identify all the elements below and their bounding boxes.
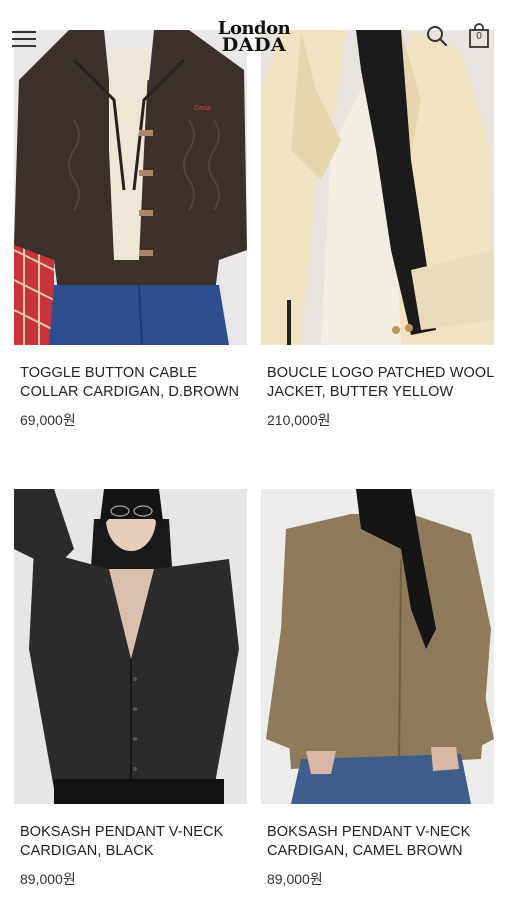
product-card[interactable]: BOUCLE LOGO PATCHED WOOL JACKET, BUTTER …	[261, 30, 494, 430]
product-name[interactable]: BOUCLE LOGO PATCHED WOOL JACKET, BUTTER …	[261, 364, 494, 402]
logo-line-2: DADA	[221, 34, 287, 56]
product-name[interactable]: BOKSASH PENDANT V-NECK CARDIGAN, CAMEL B…	[261, 823, 494, 861]
product-card[interactable]: BOKSASH PENDANT V-NECK CARDIGAN, CAMEL B…	[261, 489, 494, 889]
product-image[interactable]	[261, 489, 494, 804]
product-image[interactable]: Dada	[14, 30, 247, 345]
site-header: London DADA 0	[0, 0, 507, 60]
shopping-bag-icon[interactable]: 0	[467, 23, 491, 49]
cart-count: 0	[476, 31, 482, 42]
product-name[interactable]: TOGGLE BUTTON CABLE COLLAR CARDIGAN, D.B…	[14, 364, 247, 402]
product-price: 210,000원	[267, 412, 331, 428]
brand-logo[interactable]: London DADA	[210, 20, 298, 56]
svg-text:Dada: Dada	[194, 105, 211, 112]
search-icon[interactable]	[425, 24, 449, 48]
hamburger-menu-icon[interactable]	[12, 29, 38, 49]
product-name[interactable]: BOKSASH PENDANT V-NECK CARDIGAN, BLACK	[14, 823, 247, 861]
product-image[interactable]	[261, 30, 494, 345]
product-card[interactable]: Dada TOGGLE BUTTON CABLE COLLAR CARDIGAN…	[14, 30, 247, 430]
product-price: 69,000원	[20, 412, 76, 428]
product-image[interactable]	[14, 489, 247, 804]
product-card[interactable]: BOKSASH PENDANT V-NECK CARDIGAN, BLACK 8…	[14, 489, 247, 889]
product-price: 89,000원	[20, 871, 76, 887]
product-price: 89,000원	[267, 871, 323, 887]
